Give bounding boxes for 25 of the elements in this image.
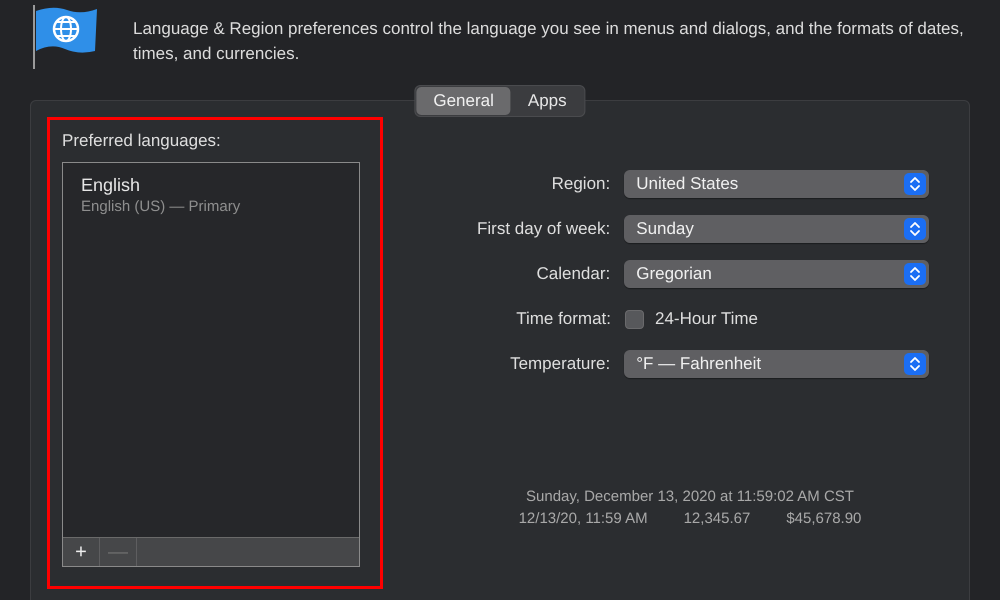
tab[interactable]: General — [416, 87, 511, 115]
setting-label: Region: — [550, 173, 610, 196]
popup-button[interactable]: °F — Fahrenheit — [624, 350, 929, 378]
sample-format-text: 12/13/20, 11:59 AM — [518, 509, 648, 529]
checkbox[interactable] — [625, 310, 644, 328]
sample-format-text: 12,345.67 — [684, 509, 750, 529]
globe-flag-icon — [33, 5, 99, 69]
setting-label: Time format: — [515, 308, 611, 330]
setting-label: First day of week: — [476, 218, 610, 240]
up-down-chevron-icon — [904, 218, 926, 240]
tab[interactable]: Apps — [510, 87, 584, 115]
language-item[interactable]: English English (US) — Primary — [81, 173, 359, 217]
up-down-chevron-icon — [904, 353, 926, 375]
checkbox-label[interactable]: 24-Hour Time — [655, 306, 758, 332]
sample-date-text: Sunday, December 13, 2020 at 11:59:02 AM CST — [526, 487, 854, 507]
list-button[interactable]: + — [63, 538, 100, 566]
section-label: Preferred languages: — [62, 130, 222, 152]
setting-label: Calendar: — [536, 263, 610, 286]
sample-format-text: $45,678.90 — [786, 509, 862, 529]
popup-button[interactable]: United States — [624, 170, 929, 198]
popup-button[interactable]: Sunday — [624, 215, 929, 243]
setting-label: Temperature: — [509, 353, 610, 376]
up-down-chevron-icon — [904, 263, 926, 285]
up-down-chevron-icon — [904, 173, 926, 195]
popup-button[interactable]: Gregorian — [624, 260, 929, 288]
